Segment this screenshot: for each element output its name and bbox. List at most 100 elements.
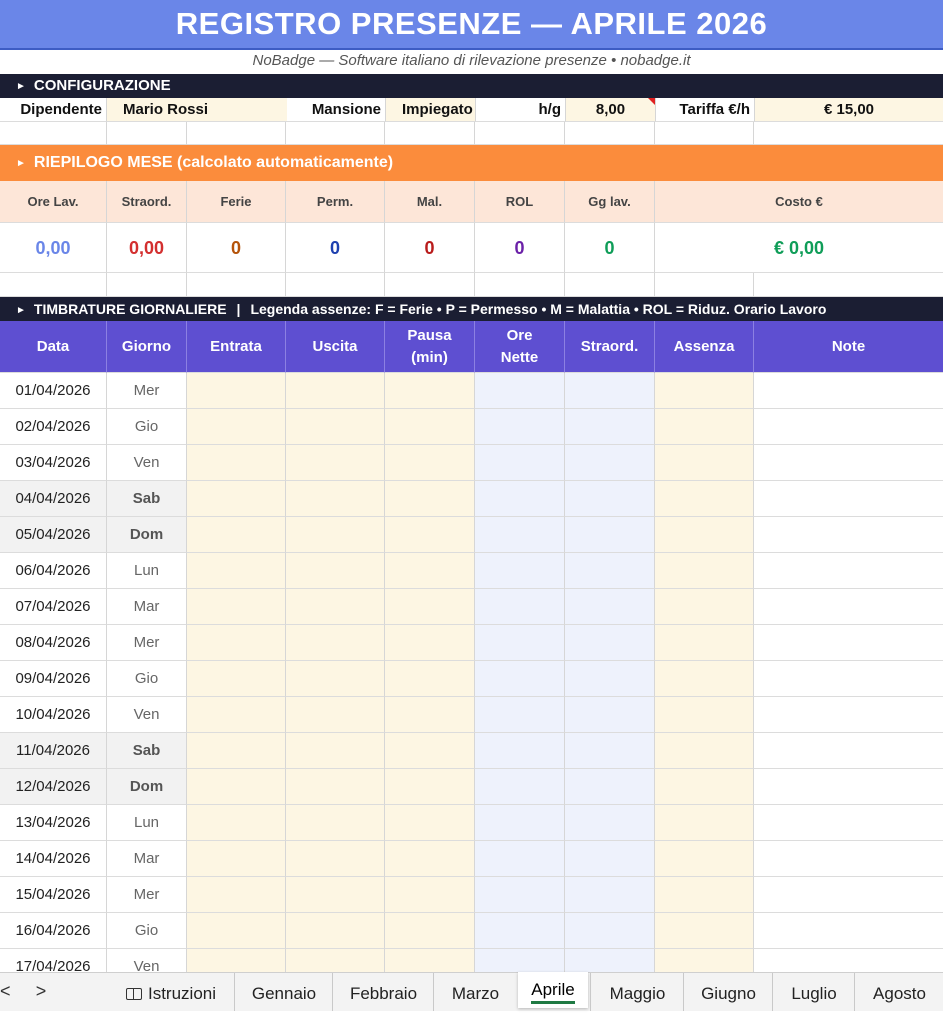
- pausa-cell[interactable]: [385, 661, 475, 697]
- straord-cell[interactable]: [565, 913, 655, 949]
- straord-cell[interactable]: [565, 517, 655, 553]
- note-cell[interactable]: [754, 877, 943, 913]
- straord-cell[interactable]: [565, 877, 655, 913]
- grid-cell[interactable]: [565, 273, 655, 297]
- entrata-cell[interactable]: [187, 949, 286, 972]
- assenza-cell[interactable]: [655, 733, 754, 769]
- pausa-cell[interactable]: [385, 553, 475, 589]
- dipendente-value-cell[interactable]: Mario Rossi: [107, 98, 287, 122]
- straord-cell[interactable]: [565, 949, 655, 972]
- note-cell[interactable]: [754, 553, 943, 589]
- entrata-cell[interactable]: [187, 841, 286, 877]
- date-cell[interactable]: 03/04/2026: [0, 445, 107, 481]
- grid-cell[interactable]: [107, 273, 187, 297]
- assenza-cell[interactable]: [655, 625, 754, 661]
- ore-nette-cell[interactable]: [475, 661, 565, 697]
- day-cell[interactable]: Lun: [107, 805, 187, 841]
- entrata-cell[interactable]: [187, 553, 286, 589]
- date-cell[interactable]: 05/04/2026: [0, 517, 107, 553]
- assenza-cell[interactable]: [655, 409, 754, 445]
- grid-cell[interactable]: [0, 273, 107, 297]
- entrata-cell[interactable]: [187, 409, 286, 445]
- day-cell[interactable]: Dom: [107, 769, 187, 805]
- uscita-cell[interactable]: [286, 733, 385, 769]
- date-cell[interactable]: 09/04/2026: [0, 661, 107, 697]
- note-cell[interactable]: [754, 949, 943, 972]
- note-cell[interactable]: [754, 517, 943, 553]
- grid-cell[interactable]: [187, 122, 286, 145]
- date-cell[interactable]: 15/04/2026: [0, 877, 107, 913]
- hg-value-cell[interactable]: 8,00: [566, 98, 656, 122]
- note-cell[interactable]: [754, 769, 943, 805]
- uscita-cell[interactable]: [286, 949, 385, 972]
- ore-nette-cell[interactable]: [475, 373, 565, 409]
- date-cell[interactable]: 13/04/2026: [0, 805, 107, 841]
- grid-cell[interactable]: [187, 273, 286, 297]
- ore-nette-cell[interactable]: [475, 481, 565, 517]
- date-cell[interactable]: 01/04/2026: [0, 373, 107, 409]
- uscita-cell[interactable]: [286, 409, 385, 445]
- ore-nette-cell[interactable]: [475, 517, 565, 553]
- day-cell[interactable]: Gio: [107, 913, 187, 949]
- grid-cell[interactable]: [0, 122, 107, 145]
- tab-maggio[interactable]: Maggio: [590, 973, 684, 1011]
- tab-scroll-left-button[interactable]: <: [0, 973, 14, 1011]
- pausa-cell[interactable]: [385, 625, 475, 661]
- ore-nette-cell[interactable]: [475, 589, 565, 625]
- day-cell[interactable]: Mar: [107, 589, 187, 625]
- assenza-cell[interactable]: [655, 373, 754, 409]
- uscita-cell[interactable]: [286, 481, 385, 517]
- straord-cell[interactable]: [565, 769, 655, 805]
- straord-cell[interactable]: [565, 805, 655, 841]
- ore-nette-cell[interactable]: [475, 409, 565, 445]
- ore-nette-cell[interactable]: [475, 733, 565, 769]
- date-cell[interactable]: 10/04/2026: [0, 697, 107, 733]
- entrata-cell[interactable]: [187, 373, 286, 409]
- day-cell[interactable]: Ven: [107, 445, 187, 481]
- straord-cell[interactable]: [565, 445, 655, 481]
- straord-cell[interactable]: [565, 481, 655, 517]
- ore-nette-cell[interactable]: [475, 769, 565, 805]
- pausa-cell[interactable]: [385, 373, 475, 409]
- grid-cell[interactable]: [475, 273, 565, 297]
- entrata-cell[interactable]: [187, 805, 286, 841]
- uscita-cell[interactable]: [286, 517, 385, 553]
- ore-nette-cell[interactable]: [475, 877, 565, 913]
- entrata-cell[interactable]: [187, 625, 286, 661]
- assenza-cell[interactable]: [655, 697, 754, 733]
- day-cell[interactable]: Ven: [107, 949, 187, 972]
- grid-cell[interactable]: [655, 122, 754, 145]
- note-cell[interactable]: [754, 841, 943, 877]
- pausa-cell[interactable]: [385, 697, 475, 733]
- entrata-cell[interactable]: [187, 661, 286, 697]
- assenza-cell[interactable]: [655, 553, 754, 589]
- tab-agosto[interactable]: Agosto: [854, 973, 943, 1011]
- grid-cell[interactable]: [754, 273, 943, 297]
- grid-cell[interactable]: [754, 122, 943, 145]
- tab-aprile[interactable]: Aprile: [518, 972, 588, 1008]
- entrata-cell[interactable]: [187, 445, 286, 481]
- ore-nette-cell[interactable]: [475, 553, 565, 589]
- note-cell[interactable]: [754, 409, 943, 445]
- straord-cell[interactable]: [565, 733, 655, 769]
- pausa-cell[interactable]: [385, 481, 475, 517]
- day-cell[interactable]: Sab: [107, 481, 187, 517]
- ore-nette-cell[interactable]: [475, 697, 565, 733]
- grid-cell[interactable]: [565, 122, 655, 145]
- uscita-cell[interactable]: [286, 697, 385, 733]
- uscita-cell[interactable]: [286, 553, 385, 589]
- day-cell[interactable]: Mer: [107, 373, 187, 409]
- grid-cell[interactable]: [475, 122, 565, 145]
- ore-nette-cell[interactable]: [475, 841, 565, 877]
- date-cell[interactable]: 16/04/2026: [0, 913, 107, 949]
- pausa-cell[interactable]: [385, 841, 475, 877]
- spreadsheet-grid[interactable]: REGISTRO PRESENZE — APRILE 2026 NoBadge …: [0, 0, 943, 972]
- straord-cell[interactable]: [565, 553, 655, 589]
- day-cell[interactable]: Gio: [107, 661, 187, 697]
- mansione-value-cell[interactable]: Impiegato: [386, 98, 476, 122]
- straord-cell[interactable]: [565, 589, 655, 625]
- grid-cell[interactable]: [655, 273, 754, 297]
- date-cell[interactable]: 17/04/2026: [0, 949, 107, 972]
- entrata-cell[interactable]: [187, 733, 286, 769]
- date-cell[interactable]: 08/04/2026: [0, 625, 107, 661]
